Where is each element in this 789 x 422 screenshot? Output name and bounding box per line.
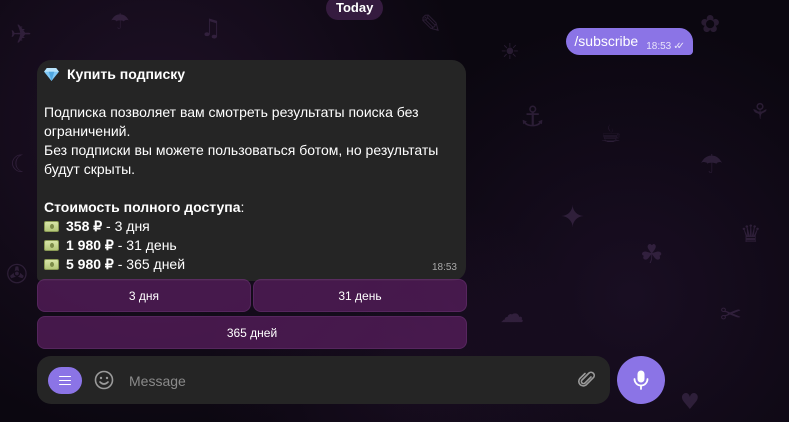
date-pill: Today <box>326 0 384 20</box>
keyboard-button-365-days[interactable]: 365 дней <box>37 316 467 349</box>
bot-message-title: Купить подписку <box>67 66 186 82</box>
menu-icon-bar <box>59 375 71 378</box>
outgoing-message[interactable]: /subscribe 18:53 ✓✓ <box>566 28 693 55</box>
message-input[interactable] <box>127 368 561 394</box>
double-check-icon: ✓✓ <box>673 41 685 52</box>
price-line: 5 980 ₽ - 365 дней <box>44 255 456 274</box>
menu-icon-bar <box>59 383 71 386</box>
message-meta: 18:53 ✓✓ <box>646 41 685 52</box>
bot-message-paragraph-1: Подписка позволяет вам смотреть результа… <box>44 104 419 139</box>
bot-message-paragraph-2: Без подписки вы можете пользоваться бото… <box>44 142 439 177</box>
emoji-icon[interactable] <box>94 370 114 390</box>
voice-record-button[interactable] <box>617 356 665 404</box>
microphone-icon <box>633 370 649 390</box>
price-period: - 3 дня <box>102 218 150 234</box>
price-amount: 1 980 ₽ <box>66 237 114 253</box>
price-period: - 365 дней <box>113 256 186 272</box>
price-amount: 5 980 ₽ <box>66 256 114 272</box>
keyboard-button-3-days[interactable]: 3 дня <box>37 279 251 312</box>
outgoing-message-text: /subscribe <box>574 33 639 49</box>
cash-icon <box>44 221 59 232</box>
bot-message-time: 18:53 <box>431 262 457 273</box>
cash-icon <box>44 259 59 270</box>
paperclip-icon[interactable] <box>577 370 597 390</box>
menu-button[interactable] <box>48 367 82 394</box>
outgoing-message-time: 18:53 <box>646 41 672 52</box>
keyboard-button-31-days[interactable]: 31 день <box>253 279 467 312</box>
price-line: 358 ₽ - 3 дня <box>44 217 456 236</box>
bot-message-title-line: Купить подписку <box>44 65 456 84</box>
price-amount: 358 ₽ <box>66 218 103 234</box>
menu-icon-bar <box>59 379 71 382</box>
price-line: 1 980 ₽ - 31 день <box>44 236 456 255</box>
price-header: Стоимость полного доступа: <box>44 199 245 215</box>
cash-icon <box>44 240 59 251</box>
price-period: - 31 день <box>113 237 177 253</box>
gem-icon <box>44 68 59 81</box>
bot-message[interactable]: Купить подписку Подписка позволяет вам с… <box>37 60 466 281</box>
message-composer <box>37 356 610 404</box>
price-header-label: Стоимость полного доступа <box>44 199 241 215</box>
